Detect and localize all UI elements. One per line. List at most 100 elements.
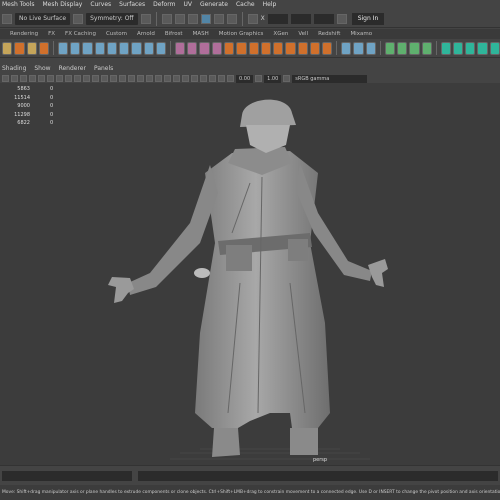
wireframe-on-shaded-icon[interactable] (119, 75, 126, 82)
backface-icon[interactable] (218, 75, 225, 82)
cube-green-icon[interactable] (440, 41, 451, 55)
image-plane-icon[interactable] (29, 75, 36, 82)
relax-icon[interactable] (409, 41, 420, 55)
sphere-icon[interactable] (57, 41, 69, 55)
render-view-icon[interactable] (174, 13, 185, 24)
tab-xgen[interactable]: XGen (273, 29, 288, 39)
tab-bifrost[interactable]: Bifrost (165, 29, 183, 39)
menu-cache[interactable]: Cache (236, 0, 255, 10)
panel-toggle-icon[interactable] (336, 13, 347, 24)
sculpt-icon[interactable] (384, 41, 395, 55)
camera-attributes-icon[interactable] (11, 75, 18, 82)
planar-map-icon[interactable] (353, 41, 364, 55)
xray-joints-icon[interactable] (209, 75, 216, 82)
z-field[interactable] (313, 13, 334, 24)
mirror-icon[interactable] (224, 41, 235, 55)
cone-icon[interactable] (94, 41, 105, 55)
depth-of-field-icon[interactable] (182, 75, 189, 82)
cube-green-4-icon[interactable] (477, 41, 488, 55)
menu-deform[interactable]: Deform (153, 0, 175, 10)
isolate-icon[interactable] (191, 75, 198, 82)
pinch-icon[interactable] (421, 41, 432, 55)
textured-icon[interactable] (128, 75, 135, 82)
panel-menu-show[interactable]: Show (34, 64, 50, 74)
magnet-icon[interactable] (140, 13, 151, 24)
boolean-icon[interactable] (211, 41, 223, 55)
cube-icon[interactable] (70, 41, 81, 55)
curve-tool-icon[interactable] (2, 41, 13, 55)
gate-mask-icon[interactable] (65, 75, 72, 82)
menu-curves[interactable]: Curves (90, 0, 111, 10)
menu-uv[interactable]: UV (183, 0, 192, 10)
text-tool-icon[interactable] (26, 41, 37, 55)
camera-select-icon[interactable] (2, 75, 9, 82)
motion-blur-icon[interactable] (164, 75, 171, 82)
tab-rendering[interactable]: Rendering (10, 29, 38, 39)
menu-mesh-display[interactable]: Mesh Display (42, 0, 82, 10)
viewport-persp[interactable]: 5863 0 11514 0 9000 0 11298 0 6822 0 per… (0, 83, 500, 465)
cube-green-2-icon[interactable] (452, 41, 464, 55)
shadows-icon[interactable] (146, 75, 153, 82)
lights-icon[interactable] (137, 75, 144, 82)
exposure-field[interactable]: 0.00 (236, 74, 254, 83)
platonic-icon[interactable] (143, 41, 154, 55)
smooth-icon[interactable] (199, 41, 210, 55)
tab-fx[interactable]: FX (48, 29, 55, 39)
live-surface-dropdown[interactable]: No Live Surface (15, 12, 71, 25)
fill-hole-icon[interactable] (285, 41, 296, 55)
bridge-icon[interactable] (248, 41, 259, 55)
combine-icon[interactable] (174, 41, 186, 55)
safe-title-icon[interactable] (92, 75, 99, 82)
exposure-icon[interactable] (227, 75, 234, 82)
bookmark-icon[interactable] (20, 75, 27, 82)
gamma-icon[interactable] (255, 75, 263, 82)
extrude-icon[interactable] (236, 41, 247, 55)
ipr-icon[interactable] (187, 13, 198, 24)
resolution-gate-icon[interactable] (56, 75, 63, 82)
cube-green-5-icon[interactable] (489, 41, 500, 55)
panel-menu-panels[interactable]: Panels (94, 64, 113, 74)
bevel-icon[interactable] (260, 41, 272, 55)
smooth-shade-icon[interactable] (110, 75, 117, 82)
wireframe-icon[interactable] (101, 75, 108, 82)
render-icon[interactable] (161, 13, 172, 24)
tab-motion-graphics[interactable]: Motion Graphics (219, 29, 264, 39)
cylinder-icon[interactable] (82, 41, 93, 55)
tab-fx-caching[interactable]: FX Caching (65, 29, 96, 39)
separate-icon[interactable] (187, 41, 198, 55)
menu-help[interactable]: Help (263, 0, 277, 10)
quad-draw-icon[interactable] (322, 41, 333, 55)
soldier-model[interactable] (0, 83, 500, 465)
film-gate-icon[interactable] (47, 75, 54, 82)
plane-icon[interactable] (119, 41, 130, 55)
svg-tool-icon[interactable] (38, 41, 50, 55)
panel-menu-renderer[interactable]: Renderer (59, 64, 86, 74)
snap-icon[interactable] (2, 13, 12, 24)
x-field[interactable] (267, 13, 288, 24)
menu-surfaces[interactable]: Surfaces (119, 0, 145, 10)
grab-icon[interactable] (396, 41, 408, 55)
uv-editor-icon[interactable] (341, 41, 352, 55)
menu-mesh-tools[interactable]: Mesh Tools (2, 0, 34, 10)
sphere-type-icon[interactable] (155, 41, 167, 55)
menu-generate[interactable]: Generate (200, 0, 228, 10)
render-settings-icon[interactable] (200, 13, 211, 24)
anti-aliasing-icon[interactable] (173, 75, 180, 82)
input-mode-icon[interactable] (247, 13, 258, 24)
gamma-field[interactable]: 1.00 (264, 74, 282, 83)
color-management-icon[interactable] (283, 75, 291, 82)
tab-redshift[interactable]: Redshift (318, 29, 340, 39)
symmetry-icon[interactable] (73, 13, 84, 24)
disc-icon[interactable] (131, 41, 142, 55)
tab-mixamo[interactable]: Mixamo (350, 29, 372, 39)
y-field[interactable] (290, 13, 311, 24)
cube-green-3-icon[interactable] (465, 41, 476, 55)
star-tool-icon[interactable] (14, 41, 25, 55)
panel-menu-shading[interactable]: Shading (2, 64, 26, 74)
tab-vell[interactable]: Vell (298, 29, 308, 39)
append-icon[interactable] (273, 41, 284, 55)
tab-mash[interactable]: MASH (193, 29, 209, 39)
field-chart-icon[interactable] (74, 75, 81, 82)
ambient-occlusion-icon[interactable] (155, 75, 162, 82)
view-transform-dropdown[interactable]: sRGB gamma (292, 74, 368, 83)
